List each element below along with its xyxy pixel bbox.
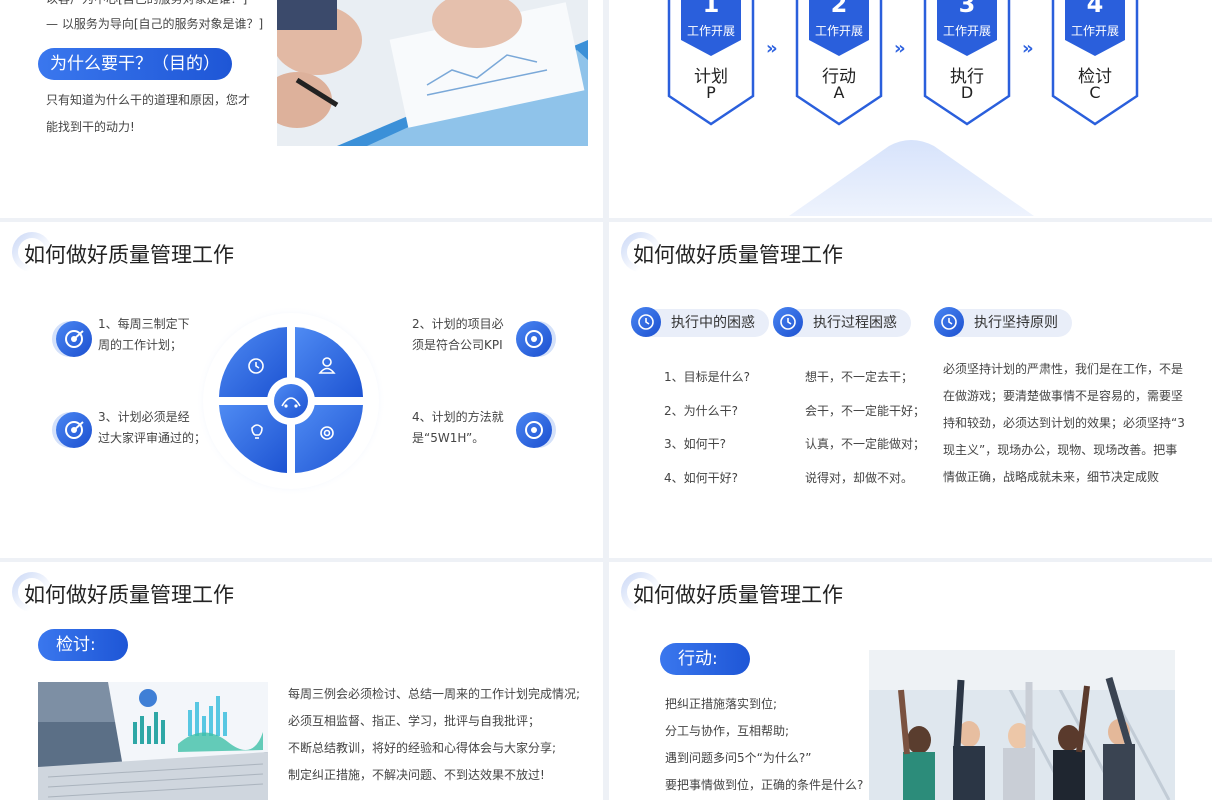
plan-item-4: 4、计划的方法就 是“5W1H”。 xyxy=(412,407,504,449)
tag-label: 执行过程困惑 xyxy=(813,315,897,331)
step-letter: C xyxy=(1089,83,1101,102)
pdca-step-2: 2 工作开展 行动 A xyxy=(795,0,883,126)
step-letter: P xyxy=(706,83,716,102)
question-item: 3、如何干? xyxy=(664,437,727,451)
action-pill: 行动: xyxy=(660,643,750,675)
review-line: 制定纠正措施，不解决问题、不到达效果不放过! xyxy=(288,768,545,782)
principle-line: 在做游戏；要清楚做事情不是容易的，需要坚 xyxy=(943,389,1184,403)
plan-item-2: 2、计划的项目必 须是符合公司KPI xyxy=(412,314,504,356)
tag-principles: 执行坚持原则 xyxy=(934,307,1072,337)
arrow-1: » xyxy=(766,38,778,59)
question-item: 1、目标是什么? xyxy=(664,370,751,384)
why-desc-2: 能找到干的动力! xyxy=(46,120,135,134)
principle-line: 现主义”，现场办公，现物、现场改善。把事 xyxy=(943,443,1178,457)
tag-confusion-process: 执行过程困惑 xyxy=(773,307,911,337)
slide-action: 如何做好质量管理工作 行动: 把纠正措施落实到位; 分工与协作，互相帮助; 遇到… xyxy=(609,562,1212,800)
slide-pdca: 1 工作开展 计划 P 2 工作开展 行动 A 3 工作开展 执行 D 4 工作开展 检讨 C » » » xyxy=(609,0,1212,218)
step-letter: A xyxy=(833,83,845,102)
plan-item-3-line2: 过大家评审通过的； xyxy=(98,431,207,445)
clock-icon xyxy=(631,307,661,337)
tag-label: 执行坚持原则 xyxy=(974,315,1058,331)
plan-circle-diagram xyxy=(196,306,386,496)
team-celebration-photo xyxy=(869,650,1175,800)
why-pill: 为什么要干？（目的） xyxy=(38,48,232,80)
step-tag: 工作开展 xyxy=(1070,24,1119,38)
plan-item-2-line1: 2、计划的项目必 xyxy=(412,317,504,331)
action-text: 把纠正措施落实到位; 分工与协作，互相帮助; 遇到问题多问5个“为什么?” 要把… xyxy=(665,691,863,799)
plan-item-4-line1: 4、计划的方法就 xyxy=(412,410,504,424)
pdca-step-1: 1 工作开展 计划 P xyxy=(667,0,755,126)
action-line: 分工与协作，互相帮助; xyxy=(665,724,790,738)
step-number: 1 xyxy=(702,0,720,18)
plan-item-1-line2: 周的工作计划； xyxy=(98,338,183,352)
page-title: 如何做好质量管理工作 xyxy=(24,243,234,267)
question-item: 4、如何干好? xyxy=(664,470,739,485)
step-letter: D xyxy=(960,83,974,102)
question-item: 2、为什么干? xyxy=(664,403,739,418)
page-title: 如何做好质量管理工作 xyxy=(24,583,234,607)
slide-review: 如何做好质量管理工作 检讨: 每周三例会必须检讨、总结一周来的工作计划完成情况;… xyxy=(0,562,603,800)
service-line: — 以服务为导向[自己的服务对象是谁？] xyxy=(46,17,264,31)
review-pill: 检讨: xyxy=(38,629,128,661)
step-number: 4 xyxy=(1086,0,1104,18)
slide-plan: 如何做好质量管理工作 1、每周三制定下 周的工作计划； 3、计划必须是经 过大家… xyxy=(0,222,603,558)
clock-icon xyxy=(773,307,803,337)
questions-list: 1、目标是什么? 2、为什么干? 3、如何干? 4、如何干好? xyxy=(664,368,750,502)
glow-triangle xyxy=(789,140,1034,216)
business-photo xyxy=(277,0,588,146)
plan-item-2-line2: 须是符合公司KPI xyxy=(412,338,503,352)
pdca-step-4: 4 工作开展 检讨 C xyxy=(1051,0,1139,126)
page-title: 如何做好质量管理工作 xyxy=(633,583,843,607)
action-line: 遇到问题多问5个“为什么?” xyxy=(665,751,812,765)
answers-list: 想干，不一定去干； 会干，不一定能干好； 认真，不一定能做对； 说得对，却做不对… xyxy=(805,368,925,502)
step-tag: 工作开展 xyxy=(686,24,735,38)
step-tag: 工作开展 xyxy=(814,24,863,38)
answer-item: 认真，不一定能做对； xyxy=(805,437,926,451)
review-text: 每周三例会必须检讨、总结一周来的工作计划完成情况; 必须互相监督、指正、学习，批… xyxy=(288,681,580,789)
review-line: 每周三例会必须检讨、总结一周来的工作计划完成情况; xyxy=(288,687,581,701)
step-number: 2 xyxy=(830,0,848,18)
review-line: 必须互相监督、指正、学习，批评与自我批评； xyxy=(288,714,541,728)
focus-icon xyxy=(516,321,552,357)
answer-item: 会干，不一定能干好； xyxy=(805,403,926,418)
tag-label: 执行中的困惑 xyxy=(671,315,755,331)
review-line: 不断总结教训，将好的经验和心得体会与大家分享; xyxy=(288,741,557,755)
principles-text: 必须坚持计划的严肃性，我们是在工作，不是 在做游戏；要清楚做事情不是容易的，需要… xyxy=(943,356,1193,491)
plan-item-4-line2: 是“5W1H”。 xyxy=(412,431,485,445)
action-line: 要把事情做到位，正确的条件是什么? xyxy=(665,778,864,792)
plan-item-3: 3、计划必须是经 过大家评审通过的； xyxy=(98,407,206,449)
principle-line: 情做正确，战略成就未来，细节决定成败 xyxy=(943,470,1160,484)
slide-execution: 如何做好质量管理工作 执行中的困惑 执行过程困惑 执行坚持原则 1、目标是什么?… xyxy=(609,222,1212,558)
step-number: 3 xyxy=(958,0,976,18)
pdca-step-3: 3 工作开展 执行 D xyxy=(923,0,1011,126)
tag-confusion-in: 执行中的困惑 xyxy=(631,307,769,337)
page-title: 如何做好质量管理工作 xyxy=(633,243,843,267)
plan-item-1-line1: 1、每周三制定下 xyxy=(98,317,190,331)
slide-why: 以客户为中心[自己的服务对象是谁？] — 以服务为导向[自己的服务对象是谁？] … xyxy=(0,0,603,218)
target-icon xyxy=(56,412,92,448)
principle-line: 必须坚持计划的严肃性，我们是在工作，不是 xyxy=(943,362,1184,376)
target-icon xyxy=(56,321,92,357)
plan-item-1: 1、每周三制定下 周的工作计划； xyxy=(98,314,190,356)
arrow-2: » xyxy=(894,38,906,59)
why-desc-1: 只有知道为什么干的道理和原因，您才 xyxy=(46,93,251,107)
laptop-photo xyxy=(38,682,268,800)
action-line: 把纠正措施落实到位; xyxy=(665,697,778,711)
arrow-3: » xyxy=(1022,38,1034,59)
clock-icon xyxy=(934,307,964,337)
step-tag: 工作开展 xyxy=(942,24,991,38)
focus-icon xyxy=(516,412,552,448)
answer-item: 说得对，却做不对。 xyxy=(805,470,914,485)
principle-line: 持和较劲，必须达到计划的效果；必须坚持“3 xyxy=(943,416,1185,430)
answer-item: 想干，不一定去干； xyxy=(805,370,914,384)
plan-item-3-line1: 3、计划必须是经 xyxy=(98,410,190,424)
